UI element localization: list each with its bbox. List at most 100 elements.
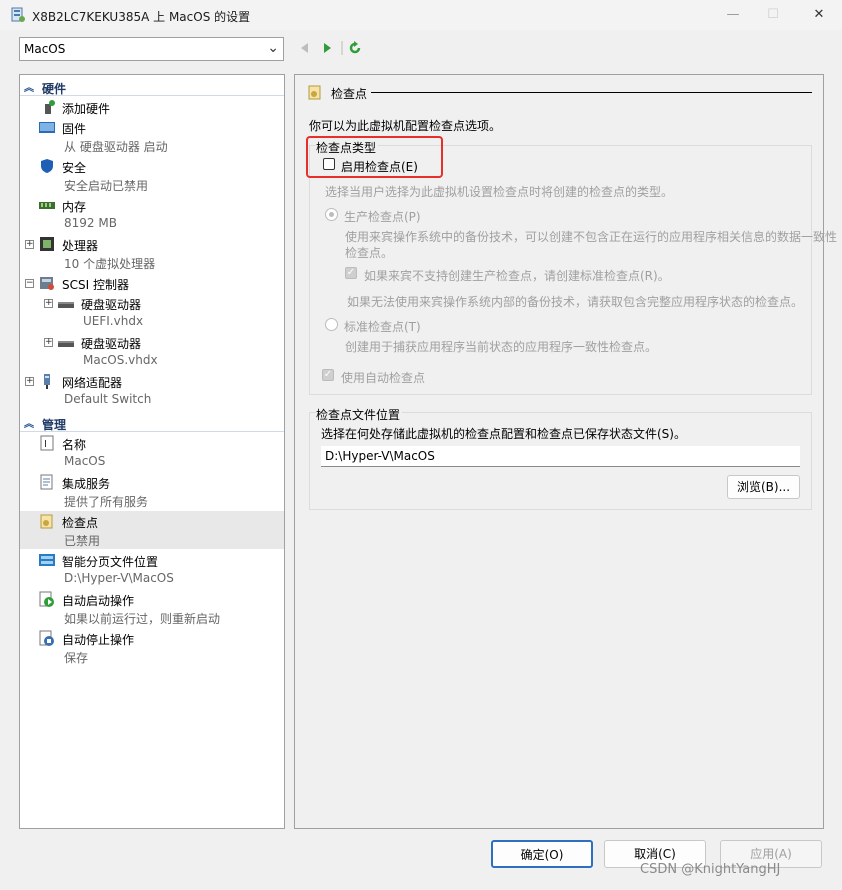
sidebar-item-auto-stop[interactable]: 自动停止操作 保存 xyxy=(20,628,284,666)
item-sub: 已禁用 xyxy=(64,534,101,548)
fallback-standard-label[interactable]: 如果来宾不支持创建生产检查点，请创建标准检查点(R)。 xyxy=(364,267,670,284)
firmware-icon xyxy=(39,122,55,133)
forward-arrow-icon[interactable] xyxy=(320,40,334,56)
sidebar-item-auto-start[interactable]: 自动启动操作 如果以前运行过，则重新启动 xyxy=(20,589,284,627)
production-desc-cont: 检查点。 xyxy=(345,246,394,260)
item-sub: 8192 MB xyxy=(64,216,117,230)
auto-checkpoint-label[interactable]: 使用自动检查点 xyxy=(341,369,425,386)
expand-icon[interactable]: + xyxy=(44,338,53,347)
title-bar: X8B2LC7KEKU385A 上 MacOS 的设置 — ☐ ✕ xyxy=(0,0,842,30)
sidebar-item-security[interactable]: 安全 安全启动已禁用 xyxy=(20,156,284,194)
collapse-icon: ︽ xyxy=(24,83,34,94)
hyperv-settings-icon xyxy=(11,7,25,22)
checkpoint-icon xyxy=(40,514,53,529)
sidebar-item-processor[interactable]: + 处理器 10 个虚拟处理器 xyxy=(20,234,284,272)
back-arrow-icon[interactable] xyxy=(298,40,312,56)
sidebar-item-integration-services[interactable]: 集成服务 提供了所有服务 xyxy=(20,472,284,510)
fallback-standard-checkbox[interactable]: ✓ xyxy=(345,267,357,279)
item-label: 智能分页文件位置 xyxy=(62,555,159,569)
shield-icon xyxy=(41,159,53,173)
hardware-header-label: 硬件 xyxy=(42,82,67,96)
item-sub: 提供了所有服务 xyxy=(64,495,149,509)
item-label: 处理器 xyxy=(62,239,99,253)
item-label: SCSI 控制器 xyxy=(62,278,129,292)
checkpoint-location-label: 检查点文件位置 xyxy=(316,406,403,423)
auto-start-icon xyxy=(39,591,54,607)
item-sub: D:\Hyper-V\MacOS xyxy=(64,571,174,585)
hard-drive-icon xyxy=(58,302,74,308)
hard-drive-icon xyxy=(58,341,74,347)
hardware-section-header[interactable]: ︽ 硬件 xyxy=(20,77,284,96)
toolbar-separator xyxy=(341,41,343,55)
management-section-header[interactable]: ︽ 管理 xyxy=(20,413,284,432)
chevron-down-icon: ⌄ xyxy=(267,40,279,56)
item-label: 网络适配器 xyxy=(62,376,123,390)
item-sub: 如果以前运行过，则重新启动 xyxy=(64,612,221,626)
item-label: 添加硬件 xyxy=(62,102,111,116)
collapse-icon: ︽ xyxy=(24,419,34,430)
expand-icon[interactable]: + xyxy=(25,240,34,249)
integration-services-icon xyxy=(40,474,53,490)
checkpoint-icon xyxy=(308,85,321,100)
standard-checkpoint-radio[interactable] xyxy=(325,318,338,331)
vm-select[interactable]: MacOS ⌄ xyxy=(19,37,284,61)
smart-paging-icon xyxy=(39,554,55,566)
panel-intro: 你可以为此虚拟机配置检查点选项。 xyxy=(309,119,502,133)
management-header-label: 管理 xyxy=(42,418,67,432)
sidebar-item-hard-drive-uefi[interactable]: + 硬盘驱动器 UEFI.vhdx xyxy=(20,293,284,331)
item-sub: Default Switch xyxy=(64,392,152,406)
settings-tree: ︽ 硬件 添加硬件 固件 从 硬盘驱动器 启动 安全 安全启动已禁用 内存 81… xyxy=(19,74,285,829)
checkpoint-path-input[interactable]: D:\Hyper-V\MacOS xyxy=(321,446,800,467)
production-checkpoint-radio[interactable] xyxy=(325,208,338,221)
auto-checkpoint-checkbox[interactable]: ✓ xyxy=(322,369,334,381)
sidebar-item-network-adapter[interactable]: + 网络适配器 Default Switch xyxy=(20,371,284,409)
sidebar-item-memory[interactable]: 内存 8192 MB xyxy=(20,195,284,233)
refresh-icon[interactable] xyxy=(348,40,362,56)
location-desc: 选择在何处存储此虚拟机的检查点配置和检查点已保存状态文件(S)。 xyxy=(321,427,686,441)
item-label: 名称 xyxy=(62,438,87,452)
item-sub: 安全启动已禁用 xyxy=(64,179,149,193)
item-label: 内存 xyxy=(62,200,87,214)
item-label: 硬盘驱动器 xyxy=(81,337,142,351)
item-sub: 从 硬盘驱动器 启动 xyxy=(64,140,168,154)
window-title: X8B2LC7KEKU385A 上 MacOS 的设置 xyxy=(32,10,251,24)
item-sub: 10 个虚拟处理器 xyxy=(64,257,156,271)
sidebar-item-hard-drive-macos[interactable]: + 硬盘驱动器 MacOS.vhdx xyxy=(20,332,284,370)
processor-icon xyxy=(40,237,54,251)
item-label: 安全 xyxy=(62,161,87,175)
add-hardware-icon xyxy=(45,100,55,114)
checkpoint-path-value: D:\Hyper-V\MacOS xyxy=(325,449,435,463)
collapse-tree-icon[interactable]: − xyxy=(25,279,34,288)
sidebar-item-smart-paging[interactable]: 智能分页文件位置 D:\Hyper-V\MacOS xyxy=(20,550,284,588)
watermark: CSDN @KnightYangHJ xyxy=(640,862,781,877)
panel-title: 检查点 xyxy=(331,87,368,101)
panel-title-divider xyxy=(371,92,812,93)
standard-checkpoint-label[interactable]: 标准检查点(T) xyxy=(344,318,421,335)
item-sub: UEFI.vhdx xyxy=(83,314,144,328)
close-button[interactable]: ✕ xyxy=(804,4,834,26)
sidebar-item-scsi-controller[interactable]: − SCSI 控制器 xyxy=(20,273,284,293)
name-icon: I xyxy=(40,435,54,451)
highlight-annotation xyxy=(306,136,443,178)
item-label: 集成服务 xyxy=(62,477,111,491)
type-hint: 选择当用户选择为此虚拟机设置检查点时将创建的检查点的类型。 xyxy=(325,185,674,199)
standard-desc: 创建用于捕获应用程序当前状态的应用程序一致性检查点。 xyxy=(345,340,658,354)
maximize-button[interactable]: ☐ xyxy=(758,4,788,26)
browse-button[interactable]: 浏览(B)... xyxy=(727,475,800,499)
sidebar-item-firmware[interactable]: 固件 从 硬盘驱动器 启动 xyxy=(20,117,284,155)
item-sub: MacOS.vhdx xyxy=(83,353,158,367)
memory-icon xyxy=(39,202,55,209)
production-checkpoint-label[interactable]: 生产检查点(P) xyxy=(344,208,421,225)
item-sub: 保存 xyxy=(64,651,89,665)
item-label: 自动停止操作 xyxy=(62,633,135,647)
expand-icon[interactable]: + xyxy=(44,299,53,308)
network-adapter-icon xyxy=(44,374,50,389)
expand-icon[interactable]: + xyxy=(25,377,34,386)
item-label: 固件 xyxy=(62,122,87,136)
sidebar-item-name[interactable]: I 名称 MacOS xyxy=(20,433,284,471)
item-label: 自动启动操作 xyxy=(62,594,135,608)
fallback-note: 如果无法使用来宾操作系统内部的备份技术，请获取包含完整应用程序状态的检查点。 xyxy=(347,295,804,309)
sidebar-item-checkpoints[interactable]: 检查点 已禁用 xyxy=(20,511,284,549)
minimize-button[interactable]: — xyxy=(718,4,748,26)
ok-button[interactable]: 确定(O) xyxy=(491,840,593,868)
